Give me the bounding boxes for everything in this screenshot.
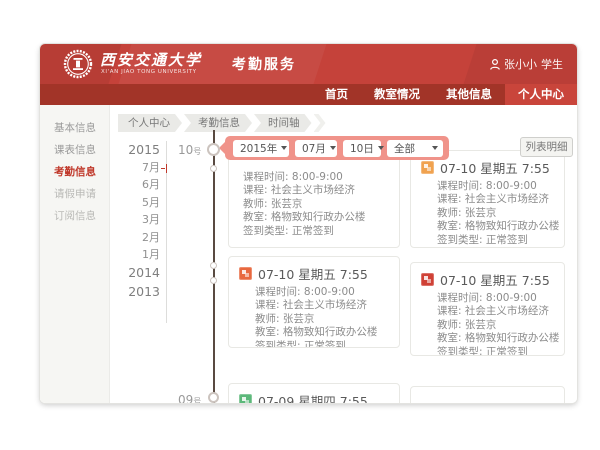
university-seal-icon: [63, 49, 93, 79]
stamp-icon: [421, 161, 434, 174]
attendance-card[interactable]: 07-10 星期五 7:55 课程时间: 8:00-9:00 课程: 社会主义市…: [410, 262, 565, 356]
app-window: 西安交通大学 XI'AN JIAO TONG UNIVERSITY 考勤服务 张…: [40, 44, 577, 403]
month-select[interactable]: 07月: [295, 140, 337, 157]
attendance-card[interactable]: 07-10 星期五 7:55 课程时间: 8:00-9:00 课程: 社会主义市…: [410, 150, 565, 248]
nav-item-home[interactable]: 首页: [312, 84, 361, 105]
scale-year-2013[interactable]: 2013: [110, 282, 160, 301]
card-title: 07-10 星期五 7:55: [421, 270, 554, 289]
breadcrumb-chevron-tail: [314, 114, 326, 132]
scale-month-jan[interactable]: 1月: [110, 246, 160, 263]
card-fields: 课程时间: 8:00-9:00 课程: 社会主义市场经济 教师: 张芸京 教室:…: [437, 292, 556, 356]
scale-month-jun[interactable]: 6月: [110, 176, 160, 193]
chevron-down-icon: [378, 146, 384, 150]
attendance-card[interactable]: 07-09 星期四 7:55: [228, 383, 400, 403]
card-title: 07-10 星期五 7:55: [239, 264, 389, 283]
filter-arrow: [219, 141, 233, 155]
card-arrow: [410, 160, 416, 171]
user-role: 学生: [541, 56, 563, 72]
nav-item-other-info[interactable]: 其他信息: [433, 84, 505, 105]
stamp-icon: [421, 273, 434, 286]
scale-month-jul[interactable]: 7月: [110, 159, 160, 176]
breadcrumb-timeline[interactable]: 时间轴: [254, 114, 312, 132]
attendance-card[interactable]: 07-10 星期五 7:55 课程时间: 8:00-9:00 课程: 社会主义市…: [228, 256, 400, 348]
day-select[interactable]: 10日: [343, 140, 381, 157]
sidebar-item-leave-request[interactable]: 请假申请: [40, 183, 109, 205]
chevron-down-icon: [432, 146, 438, 150]
card-title: 07-10 星期五 7:55: [421, 158, 554, 177]
sidebar: 基本信息 课表信息 考勤信息 请假申请 订阅信息: [40, 105, 110, 403]
timeline-node: [207, 143, 220, 156]
nav-item-classrooms[interactable]: 教室情况: [361, 84, 433, 105]
chevron-down-icon: [281, 146, 287, 150]
scale-year-2015[interactable]: 2015: [110, 140, 160, 159]
person-icon: [490, 59, 500, 70]
type-select[interactable]: 全部: [387, 140, 443, 157]
top-nav: 首页 教室情况 其他信息 个人中心: [40, 84, 577, 105]
timeline-node: [210, 277, 217, 284]
day-label-10: 10号: [178, 143, 201, 157]
user-name: 张小小: [504, 56, 537, 72]
card-fields: 课程时间: 8:00-9:00 课程: 社会主义市场经济 教师: 张芸京 教室:…: [255, 286, 391, 348]
page-title: 考勤服务: [232, 54, 296, 74]
nav-item-personal-center[interactable]: 个人中心: [505, 84, 577, 105]
chevron-down-icon: [330, 146, 336, 150]
sidebar-item-schedule-info[interactable]: 课表信息: [40, 139, 109, 161]
app-header: 西安交通大学 XI'AN JIAO TONG UNIVERSITY 考勤服务 张…: [40, 44, 577, 84]
timeline-node: [210, 165, 217, 172]
scale-month-feb[interactable]: 2月: [110, 229, 160, 246]
scale-year-2014[interactable]: 2014: [110, 263, 160, 282]
user-menu[interactable]: 张小小 学生: [490, 56, 563, 72]
scale-month-may[interactable]: 5月: [110, 194, 160, 211]
card-arrow: [410, 272, 416, 283]
university-name-cn: 西安交通大学: [100, 49, 202, 70]
year-select[interactable]: 2015年: [233, 140, 289, 157]
stamp-icon: [239, 394, 252, 403]
card-fields: 课程时间: 8:00-9:00 课程: 社会主义市场经济 教师: 张芸京 教室:…: [437, 180, 556, 247]
sidebar-item-attendance-info[interactable]: 考勤信息: [40, 161, 109, 183]
card-arrow: [228, 263, 234, 274]
attendance-card-partial[interactable]: [410, 386, 565, 403]
scale-month-mar[interactable]: 3月: [110, 211, 160, 228]
sidebar-item-basic-info[interactable]: 基本信息: [40, 117, 109, 139]
main-area: 基本信息 课表信息 考勤信息 请假申请 订阅信息 个人中心 考勤信息 时间轴 2…: [40, 105, 577, 403]
timeline-node: [208, 392, 219, 403]
breadcrumb: 个人中心 考勤信息 时间轴: [118, 114, 326, 132]
day-label-09: 09号: [178, 393, 201, 403]
breadcrumb-attendance-info[interactable]: 考勤信息: [184, 114, 252, 132]
list-detail-button[interactable]: 列表明细: [520, 137, 573, 157]
timeline-node: [210, 262, 217, 269]
breadcrumb-personal-center[interactable]: 个人中心: [118, 114, 182, 132]
selected-month-marker: [161, 163, 167, 173]
sidebar-item-subscription-info[interactable]: 订阅信息: [40, 205, 109, 227]
timeline-scale: 2015 7月 6月 5月 3月 2月 1月 2014 2013: [110, 140, 160, 301]
university-name-en: XI'AN JIAO TONG UNIVERSITY: [101, 69, 197, 75]
card-arrow: [228, 391, 234, 402]
date-filter-bar: 2015年 07月 10日 全部: [225, 136, 449, 160]
card-title: 07-09 星期四 7:55: [239, 391, 389, 403]
card-fields: 课程时间: 8:00-9:00 课程: 社会主义市场经济 教师: 张芸京 教室:…: [243, 171, 391, 238]
stamp-icon: [239, 267, 252, 280]
